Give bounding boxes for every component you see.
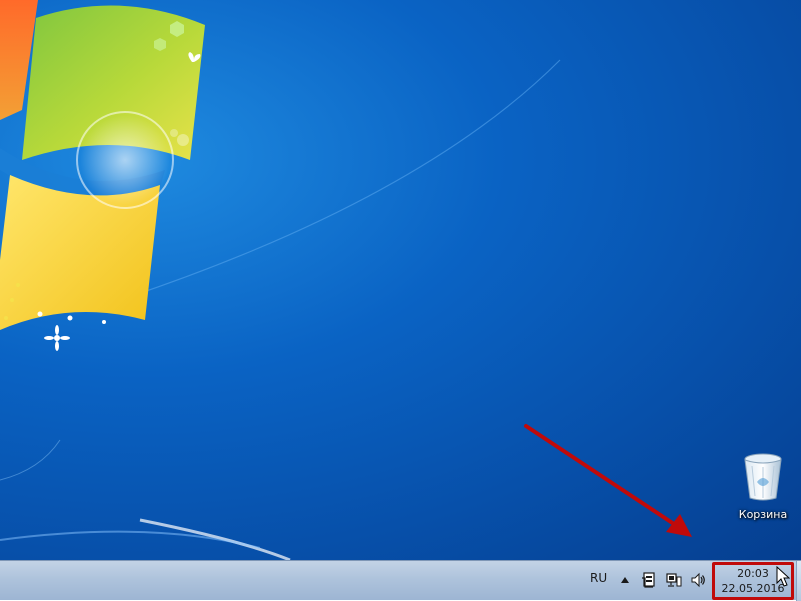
network-icon bbox=[666, 573, 682, 587]
show-desktop-button[interactable] bbox=[796, 561, 801, 601]
desktop-icon-recycle-bin[interactable]: Корзина bbox=[728, 452, 798, 521]
triangle-up-icon bbox=[621, 577, 629, 583]
volume-tray-button[interactable] bbox=[689, 571, 707, 589]
network-tray-button[interactable] bbox=[665, 571, 683, 589]
action-center-tray-button[interactable] bbox=[640, 571, 658, 589]
show-hidden-icons-button[interactable] bbox=[616, 571, 634, 589]
action-center-icon bbox=[642, 572, 655, 588]
recycle-bin-label: Корзина bbox=[738, 508, 788, 521]
taskbar[interactable]: RU 20:03 22.05.2016 bbox=[0, 560, 801, 601]
desktop[interactable]: Корзина bbox=[0, 0, 801, 560]
taskbar-clock[interactable]: 20:03 22.05.2016 bbox=[712, 562, 794, 600]
recycle-bin-icon bbox=[744, 453, 782, 501]
clock-time: 20:03 bbox=[737, 567, 769, 580]
volume-icon bbox=[691, 572, 705, 588]
language-indicator[interactable]: RU bbox=[590, 571, 607, 585]
windows7-wallpaper bbox=[0, 0, 561, 560]
clock-date: 22.05.2016 bbox=[721, 582, 785, 595]
